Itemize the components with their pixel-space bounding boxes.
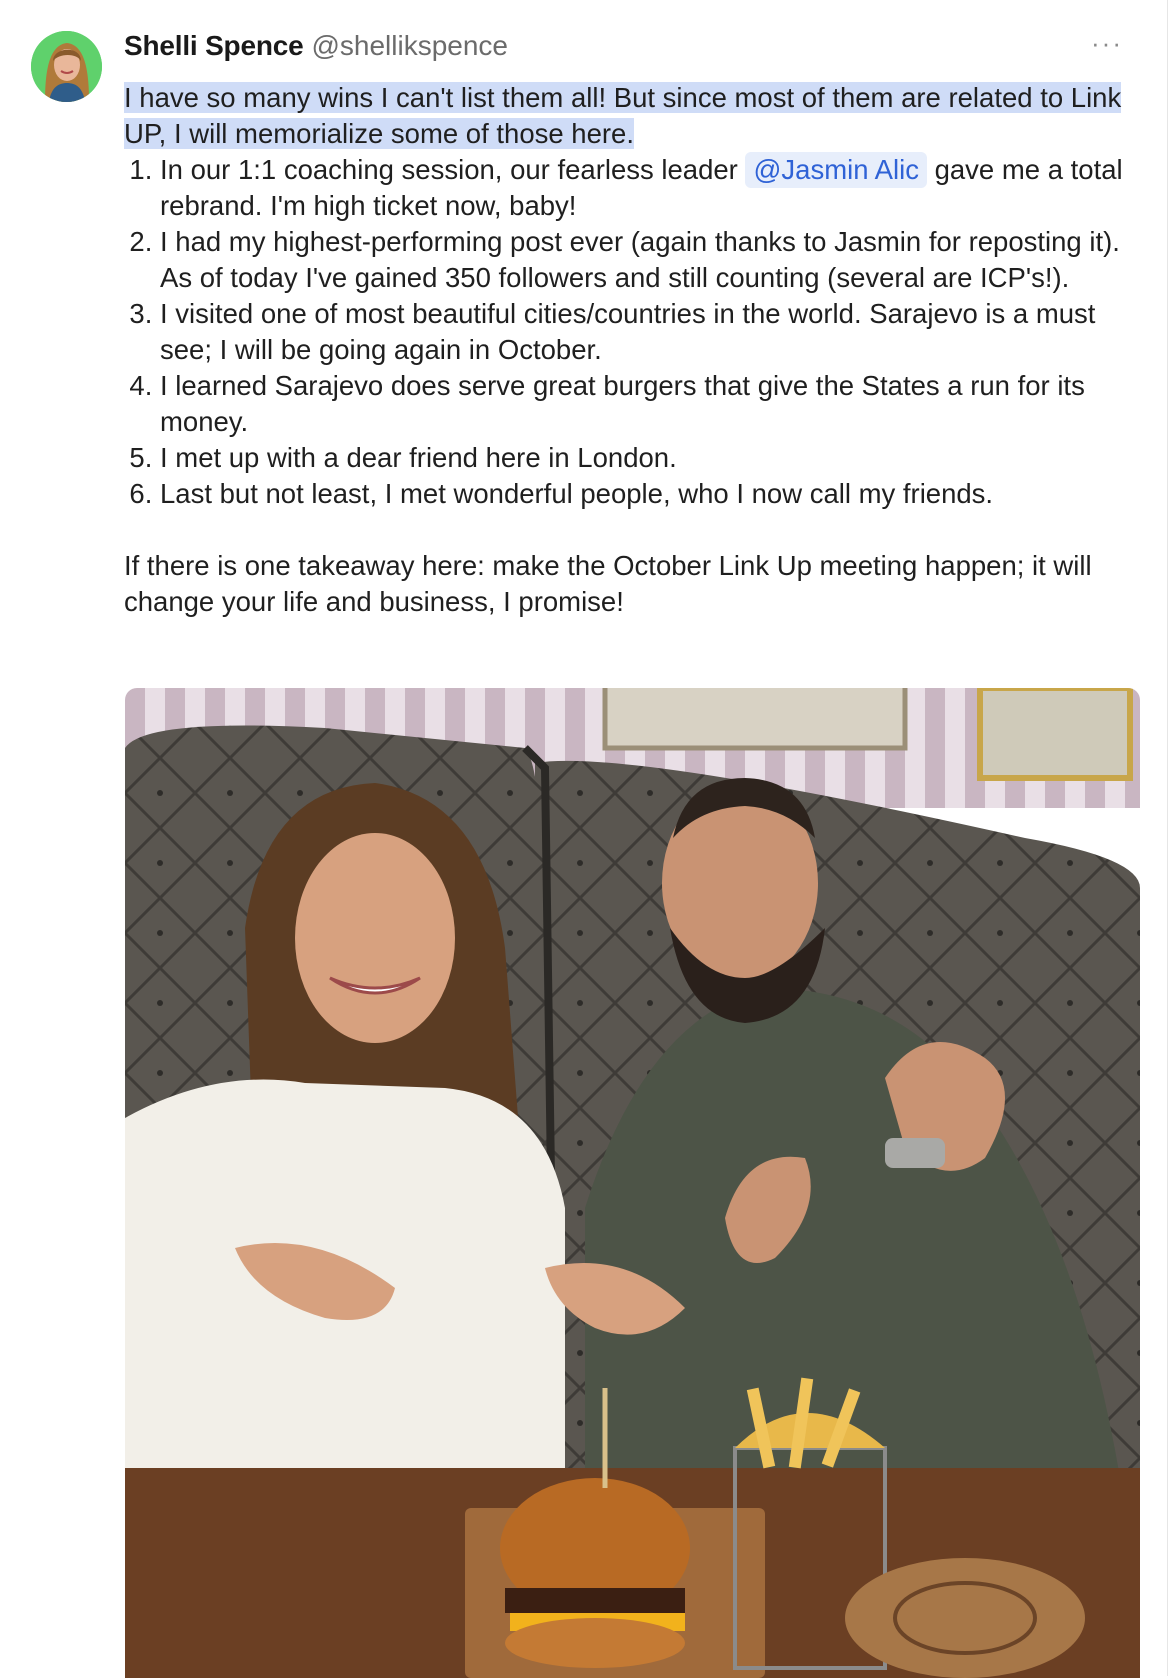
photo-illustration — [125, 688, 1140, 1678]
post-header: Shelli Spence @shellikspence — [124, 30, 508, 66]
list-item: I met up with a dear friend here in Lond… — [160, 440, 1134, 476]
win-text: I visited one of most beautiful cities/c… — [160, 298, 1096, 365]
wins-list: In our 1:1 coaching session, our fearles… — [124, 152, 1134, 512]
list-item: Last but not least, I met wonderful peop… — [160, 476, 1134, 512]
intro-paragraph: I have so many wins I can't list them al… — [124, 80, 1134, 152]
post-card: Shelli Spence @shellikspence ··· I have … — [0, 0, 1168, 1678]
list-item: I visited one of most beautiful cities/c… — [160, 296, 1134, 368]
win-text: Last but not least, I met wonderful peop… — [160, 478, 994, 509]
win-text: In our 1:1 coaching session, our fearles… — [160, 154, 746, 185]
win-text: I met up with a dear friend here in Lond… — [160, 442, 677, 473]
author-name[interactable]: Shelli Spence — [124, 30, 304, 62]
avatar-image — [31, 31, 102, 102]
author-avatar[interactable] — [31, 31, 102, 102]
win-text: I had my highest-performing post ever (a… — [160, 226, 1120, 293]
post-body: I have so many wins I can't list them al… — [124, 80, 1134, 620]
author-handle[interactable]: @shellikspence — [311, 30, 508, 62]
list-item: I had my highest-performing post ever (a… — [160, 224, 1134, 296]
intro-text: I have so many wins I can't list them al… — [124, 82, 1122, 149]
post-photo[interactable] — [125, 688, 1140, 1678]
list-item: I learned Sarajevo does serve great burg… — [160, 368, 1134, 440]
win-text: I learned Sarajevo does serve great burg… — [160, 370, 1085, 437]
mention-link[interactable]: @Jasmin Alic — [745, 152, 927, 188]
list-item: In our 1:1 coaching session, our fearles… — [160, 152, 1134, 224]
takeaway-paragraph: If there is one takeaway here: make the … — [124, 550, 1092, 617]
more-options-icon[interactable]: ··· — [1091, 28, 1123, 59]
